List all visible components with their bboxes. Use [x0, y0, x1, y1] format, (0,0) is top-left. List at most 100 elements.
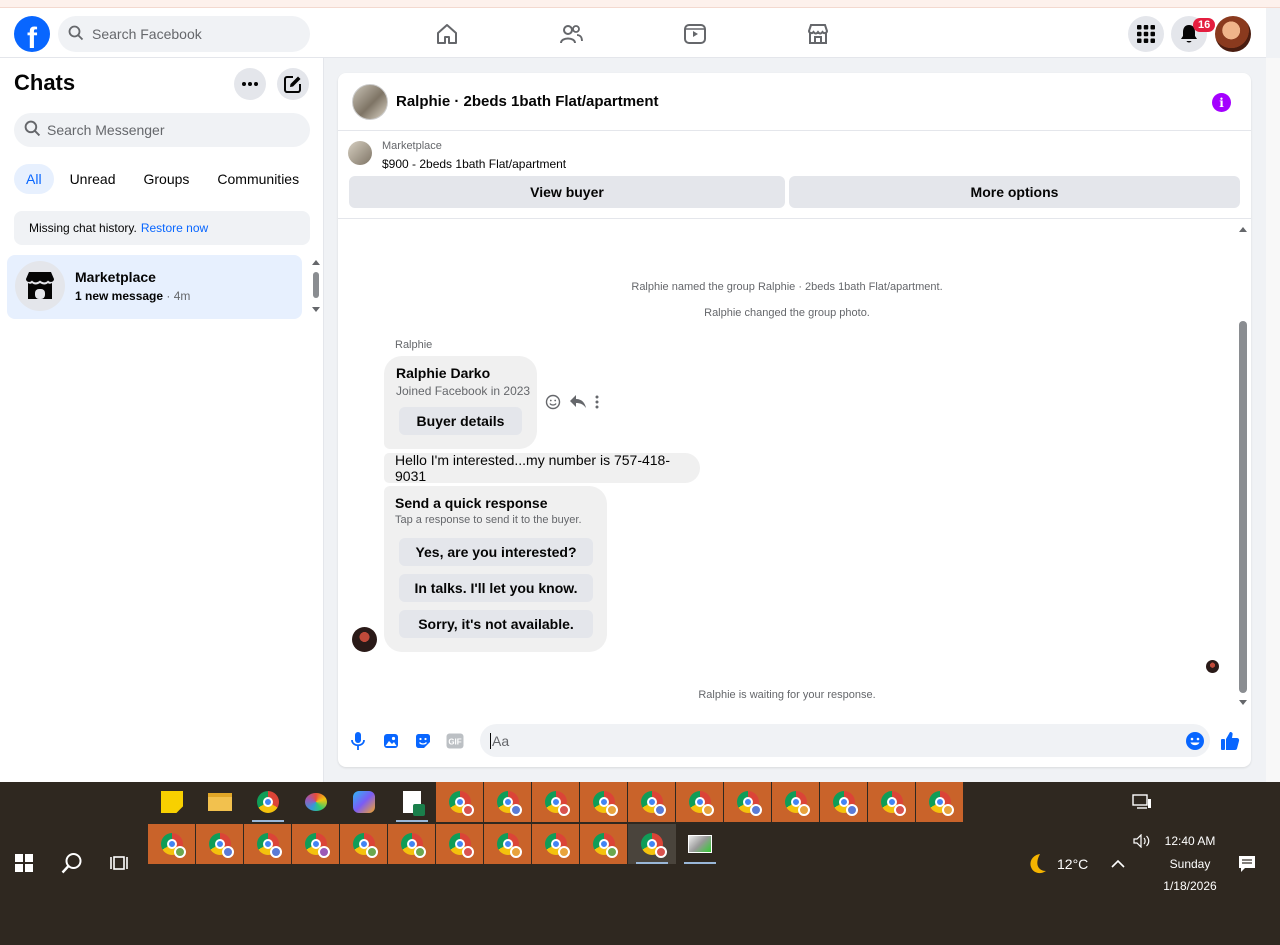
restore-now-link[interactable]: Restore now	[141, 221, 208, 235]
watch-icon[interactable]	[683, 22, 707, 46]
facebook-logo[interactable]: f	[14, 16, 50, 52]
home-icon[interactable]	[435, 22, 459, 46]
listing-thumbnail[interactable]	[348, 141, 372, 165]
chrome-profile-window-icon[interactable]	[436, 824, 484, 864]
chrome-profile-window-icon[interactable]	[676, 782, 724, 822]
more-options-icon[interactable]	[234, 68, 266, 100]
windows-taskbar: 12°C 12:40 AM Sunday 1/18/2026	[0, 782, 1280, 945]
chrome-profile-window-icon[interactable]	[196, 824, 244, 864]
seen-receipt-avatar	[1206, 660, 1219, 673]
facebook-top-bar: f Search Facebook 16	[0, 8, 1266, 58]
quick-reply-in-talks-button[interactable]: In talks. I'll let you know.	[399, 574, 593, 602]
listing-title[interactable]: $900 - 2beds 1bath Flat/apartment	[382, 157, 566, 171]
chrome-profile-window-icon[interactable]	[484, 782, 532, 822]
view-buyer-button[interactable]: View buyer	[349, 176, 785, 208]
chrome-profile-window-icon[interactable]	[532, 824, 580, 864]
paint-icon[interactable]	[292, 782, 340, 822]
chrome-profile-window-icon[interactable]	[772, 782, 820, 822]
chrome-active-window-icon[interactable]	[628, 824, 676, 864]
thumbs-up-icon[interactable]	[1220, 731, 1240, 751]
sticky-notes-icon[interactable]	[148, 782, 196, 822]
chrome-profile-window-icon[interactable]	[532, 782, 580, 822]
page-scrollbar[interactable]	[1266, 58, 1280, 782]
notification-center-icon[interactable]	[1238, 855, 1256, 878]
buyer-details-button[interactable]: Buyer details	[399, 407, 522, 435]
quick-response-bubble: Send a quick response Tap a response to …	[384, 486, 607, 652]
system-message-changed-photo: Ralphie changed the group photo.	[704, 307, 870, 319]
show-hidden-icons-chevron-icon[interactable]	[1111, 856, 1125, 874]
friends-icon[interactable]	[559, 22, 583, 46]
chats-title: Chats	[14, 70, 76, 95]
thread-scrollbar[interactable]	[1237, 219, 1249, 707]
filter-communities[interactable]: Communities	[205, 164, 311, 194]
group-photo-avatar[interactable]	[352, 84, 388, 120]
chrome-profile-window-icon[interactable]	[436, 782, 484, 822]
image-viewer-icon[interactable]	[676, 824, 724, 864]
network-icon[interactable]	[1132, 794, 1152, 815]
reply-icon[interactable]	[569, 394, 587, 415]
chrome-profile-window-icon[interactable]	[340, 824, 388, 864]
conversation-title[interactable]: Ralphie · 2beds 1bath Flat/apartment	[396, 93, 659, 110]
more-options-button[interactable]: More options	[789, 176, 1240, 208]
more-vertical-icon[interactable]	[595, 395, 599, 414]
chrome-profile-window-icon[interactable]	[628, 782, 676, 822]
photo-icon[interactable]	[381, 731, 401, 751]
document-app-icon[interactable]	[388, 782, 436, 822]
quick-reply-sorry-button[interactable]: Sorry, it's not available.	[399, 610, 593, 638]
microphone-icon[interactable]	[348, 731, 368, 751]
gif-icon[interactable]: GIF	[445, 731, 465, 751]
messenger-search-placeholder: Search Messenger	[47, 122, 165, 138]
chrome-profile-window-icon[interactable]	[724, 782, 772, 822]
info-icon[interactable]: i	[1212, 93, 1231, 112]
chrome-icon[interactable]	[244, 782, 292, 822]
weather-moon-icon[interactable]	[1025, 852, 1049, 881]
chrome-profile-window-icon[interactable]	[580, 782, 628, 822]
menu-grid-icon[interactable]	[1128, 16, 1164, 52]
chrome-profile-window-icon[interactable]	[292, 824, 340, 864]
notification-count-badge: 16	[1193, 18, 1216, 32]
marketplace-label: Marketplace	[382, 140, 442, 152]
task-view-icon[interactable]	[110, 854, 130, 877]
sticker-icon[interactable]	[413, 731, 433, 751]
scroll-thumb[interactable]	[1239, 321, 1247, 693]
message-composer: GIF Aa	[338, 718, 1251, 764]
marketplace-listing-bar: Marketplace $900 - 2beds 1bath Flat/apar…	[338, 131, 1251, 219]
chrome-profile-window-icon[interactable]	[580, 824, 628, 864]
quick-reply-yes-button[interactable]: Yes, are you interested?	[399, 538, 593, 566]
windows-start-icon[interactable]	[15, 854, 33, 877]
chrome-profile-window-icon[interactable]	[388, 824, 436, 864]
message-bubble[interactable]: Hello I'm interested...my number is 757-…	[384, 452, 700, 484]
message-input[interactable]: Aa	[480, 724, 1210, 757]
react-smiley-icon[interactable]	[545, 394, 561, 415]
chat-list-item-marketplace[interactable]: Marketplace 1 new message · 4m	[7, 255, 302, 319]
scroll-thumb[interactable]	[313, 272, 319, 298]
chats-sidebar: Chats Search Messenger All Unread Groups…	[0, 58, 324, 782]
chrome-profile-window-icon[interactable]	[148, 824, 196, 864]
chrome-profile-window-icon[interactable]	[244, 824, 292, 864]
weather-temperature[interactable]: 12°C	[1057, 856, 1088, 872]
clock-day[interactable]: Sunday	[1160, 857, 1220, 871]
filter-unread[interactable]: Unread	[58, 164, 128, 194]
clock-time[interactable]: 12:40 AM	[1160, 834, 1220, 848]
new-message-icon[interactable]	[277, 68, 309, 100]
filter-groups[interactable]: Groups	[131, 164, 201, 194]
chrome-profile-window-icon[interactable]	[916, 782, 964, 822]
filter-all[interactable]: All	[14, 164, 54, 194]
search-icon[interactable]	[61, 852, 83, 879]
chrome-profile-window-icon[interactable]	[484, 824, 532, 864]
clock-date[interactable]: 1/18/2026	[1160, 879, 1220, 893]
marketplace-icon[interactable]	[806, 22, 830, 46]
volume-icon[interactable]	[1133, 833, 1151, 853]
conversation-panel: Ralphie · 2beds 1bath Flat/apartment i M…	[338, 73, 1251, 767]
chrome-profile-window-icon[interactable]	[868, 782, 916, 822]
emoji-icon[interactable]	[1185, 731, 1205, 751]
chrome-profile-window-icon[interactable]	[820, 782, 868, 822]
chat-list-scrollbar[interactable]	[311, 258, 321, 316]
account-avatar[interactable]	[1215, 16, 1251, 52]
taskbar-row-2	[148, 824, 724, 864]
sender-avatar[interactable]	[352, 627, 377, 652]
messenger-search-input[interactable]: Search Messenger	[14, 113, 310, 147]
file-explorer-icon[interactable]	[196, 782, 244, 822]
facebook-search-input[interactable]: Search Facebook	[58, 16, 310, 52]
copilot-icon[interactable]	[340, 782, 388, 822]
